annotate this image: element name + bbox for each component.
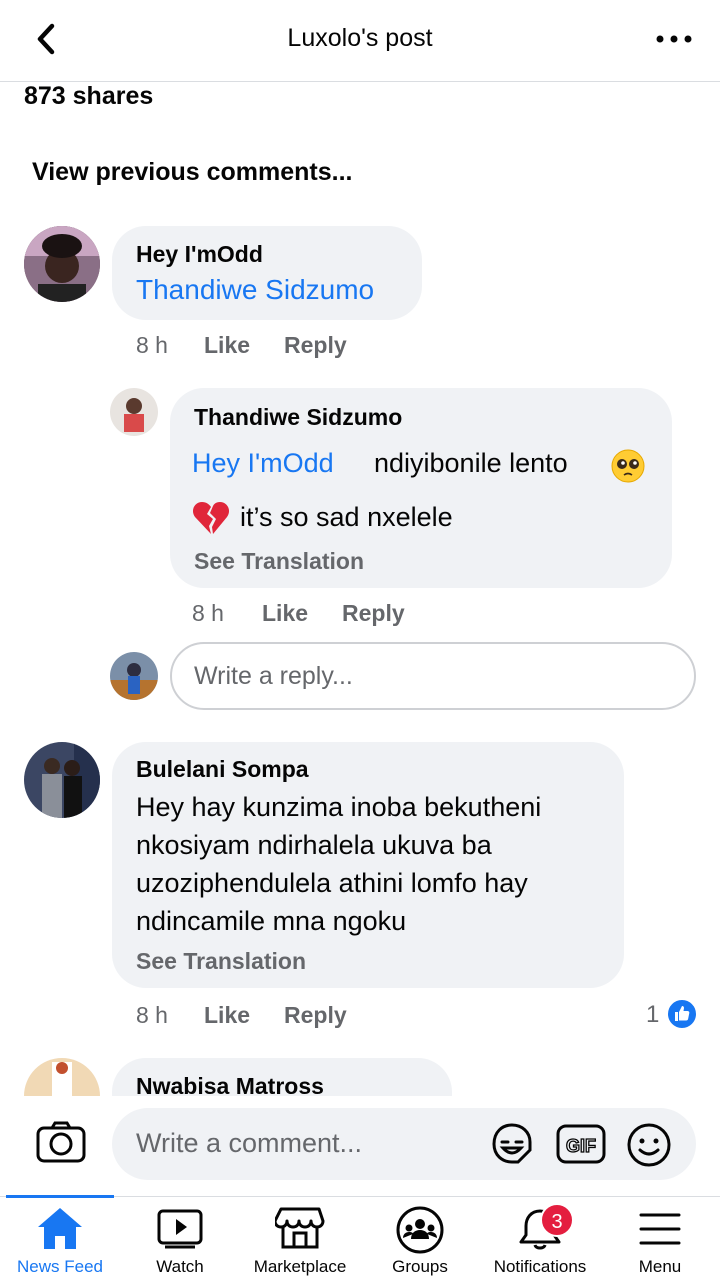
comment-meta: 8 h Like Reply (136, 1002, 436, 1032)
tab-label: Menu (638, 1257, 682, 1276)
like-button[interactable]: Like (204, 1002, 250, 1029)
tab-marketplace[interactable]: Marketplace (240, 1197, 360, 1280)
sticker-button[interactable] (488, 1120, 536, 1168)
comment-author[interactable]: Hey I'mOdd (136, 241, 263, 268)
top-bar: Luxolo's post (0, 0, 720, 82)
comment-time: 8 h (136, 1002, 168, 1028)
tab-label: Groups (392, 1257, 448, 1276)
like-button[interactable]: Like (262, 600, 308, 627)
menu-icon (639, 1213, 681, 1245)
broken-heart-icon (192, 500, 230, 536)
tab-label: Watch (156, 1257, 204, 1276)
comment-text-line: Hey hay kunzima inoba bekutheni (136, 792, 542, 822)
bottom-tab-bar: News Feed Watch Marketplace Groups 3 Not… (0, 1195, 720, 1280)
gif-button[interactable]: GIF (556, 1122, 606, 1166)
watch-icon (157, 1209, 203, 1249)
tab-label: News Feed (17, 1257, 103, 1276)
more-options-button[interactable] (654, 24, 694, 54)
comment-composer: Write a comment... GIF (0, 1096, 720, 1196)
reply-meta: 8 h Like Reply (192, 600, 492, 630)
more-dots-icon (656, 35, 692, 43)
comment-meta: 8 h Like Reply (136, 332, 436, 362)
svg-text:GIF: GIF (566, 1136, 596, 1156)
tab-watch[interactable]: Watch (120, 1197, 240, 1280)
notification-badge: 3 (540, 1203, 574, 1237)
avatar[interactable] (24, 226, 100, 302)
tab-notifications[interactable]: 3 Notifications (480, 1197, 600, 1280)
reply-button[interactable]: Reply (284, 1002, 347, 1029)
home-icon (38, 1208, 82, 1249)
comment-bubble[interactable]: Bulelani Sompa Hey hay kunzima inoba bek… (112, 742, 624, 988)
comment-text-line: ndincamile mna ngoku (136, 906, 407, 936)
tab-label: Notifications (493, 1257, 587, 1276)
comment-input[interactable]: Write a comment... (112, 1108, 696, 1180)
reply-input[interactable]: Write a reply... (170, 642, 696, 710)
reply-text-line: ndiyibonile lento (374, 448, 568, 478)
comment-text-line: uzoziphendulela athini lomfo hay (136, 868, 528, 898)
camera-icon (36, 1121, 86, 1163)
avatar (110, 652, 158, 700)
avatar[interactable] (24, 1058, 100, 1096)
tab-menu[interactable]: Menu (600, 1197, 720, 1280)
reply-time: 8 h (192, 600, 224, 626)
like-reaction-icon (666, 998, 698, 1030)
groups-icon (396, 1206, 444, 1254)
comment-text-line: nkosiyam ndirhalela ukuva ba (136, 830, 492, 860)
share-count[interactable]: 873 shares (24, 82, 153, 111)
emoji-button[interactable] (626, 1122, 672, 1168)
comment-author[interactable]: Bulelani Sompa (136, 756, 309, 783)
emoji-icon (627, 1123, 671, 1167)
reply-bubble[interactable]: Thandiwe Sidzumo Hey I'mOdd ndiyibonile … (170, 388, 672, 588)
comment-time: 8 h (136, 332, 168, 358)
mention-link[interactable]: Thandiwe Sidzumo (136, 274, 374, 306)
camera-button[interactable] (36, 1120, 86, 1164)
reply-author[interactable]: Thandiwe Sidzumo (194, 404, 402, 431)
see-translation-link[interactable]: See Translation (194, 548, 364, 575)
tab-groups[interactable]: Groups (360, 1197, 480, 1280)
marketplace-icon (275, 1207, 325, 1249)
like-button[interactable]: Like (204, 332, 250, 359)
page-title: Luxolo's post (287, 24, 433, 52)
comment-bubble[interactable]: Nwabisa Matross (112, 1058, 452, 1099)
reaction-count: 1 (646, 1001, 660, 1028)
pleading-face-icon (610, 448, 646, 484)
reply-text-line: it’s so sad nxelele (240, 502, 453, 532)
reply-button[interactable]: Reply (284, 332, 347, 359)
avatar[interactable] (24, 742, 100, 818)
view-previous-comments-link[interactable]: View previous comments... (32, 158, 352, 187)
see-translation-link[interactable]: See Translation (136, 948, 306, 975)
tab-news-feed[interactable]: News Feed (0, 1197, 120, 1280)
gif-icon: GIF (556, 1124, 606, 1164)
reply-button[interactable]: Reply (342, 600, 405, 627)
reaction-summary[interactable]: 1 (644, 998, 700, 1032)
tab-label: Marketplace (253, 1257, 347, 1276)
comment-bubble[interactable]: Hey I'mOdd Thandiwe Sidzumo (112, 226, 422, 320)
mention-link[interactable]: Hey I'mOdd (192, 448, 334, 479)
avatar[interactable] (110, 388, 158, 436)
sticker-icon (492, 1123, 532, 1164)
